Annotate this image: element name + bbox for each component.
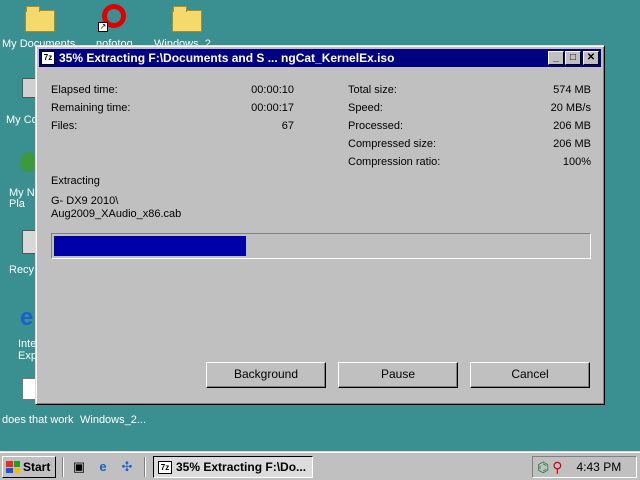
clock[interactable]: 4:43 PM bbox=[577, 460, 622, 474]
taskbar-separator bbox=[62, 457, 64, 477]
tray-magnifier-icon[interactable]: ⚲ bbox=[552, 459, 562, 476]
compression-ratio-value: 100% bbox=[562, 156, 591, 168]
speed-label: Speed: bbox=[348, 102, 383, 114]
taskbar-separator bbox=[144, 457, 146, 477]
desktop-icon-label: My Co bbox=[6, 114, 38, 126]
titlebar[interactable]: 7z 35% Extracting F:\Documents and S ...… bbox=[39, 49, 601, 67]
background-button[interactable]: Background bbox=[206, 362, 326, 388]
start-label: Start bbox=[23, 460, 51, 474]
window-title: 35% Extracting F:\Documents and S ... ng… bbox=[59, 51, 395, 65]
elapsed-time-value: 00:00:10 bbox=[251, 84, 294, 96]
7zip-app-icon[interactable]: 7z bbox=[41, 51, 55, 65]
remaining-time-value: 00:00:17 bbox=[251, 102, 294, 114]
tray-network-icon[interactable]: ⌬ bbox=[537, 459, 549, 476]
maximize-button[interactable]: □ bbox=[565, 51, 581, 65]
task-label: 35% Extracting F:\Do... bbox=[176, 460, 307, 474]
desktop-icon-label: Recy bbox=[9, 264, 35, 276]
desktop-icon-label: does that work bbox=[2, 414, 74, 426]
current-path-line1: G- DX9 2010\ bbox=[51, 195, 119, 207]
processed-value: 206 MB bbox=[553, 120, 591, 132]
minimize-icon: _ bbox=[553, 52, 559, 63]
desktop-icon-label: Windows_2... bbox=[80, 414, 147, 426]
remaining-time-label: Remaining time: bbox=[51, 102, 131, 114]
current-path-line2: Aug2009_XAudio_x86.cab bbox=[51, 208, 182, 220]
status-heading: Extracting bbox=[51, 175, 100, 187]
close-button[interactable]: ✕ bbox=[583, 51, 599, 65]
shortcut-icon bbox=[22, 378, 36, 400]
maximize-icon: □ bbox=[569, 52, 577, 63]
pause-button[interactable]: Pause bbox=[338, 362, 458, 388]
taskbar: Start ▣ e ✣ 7z 35% Extracting F:\Do... ⌬… bbox=[0, 452, 640, 480]
7zip-task-icon: 7z bbox=[158, 460, 172, 474]
extract-window: 7z 35% Extracting F:\Documents and S ...… bbox=[35, 45, 605, 405]
ie-quicklaunch-icon[interactable]: e bbox=[94, 458, 112, 476]
desktop-icon-label: My N Pla bbox=[9, 187, 35, 210]
progress-bar bbox=[51, 233, 591, 259]
compressed-size-value: 206 MB bbox=[553, 138, 591, 150]
speed-value: 20 MB/s bbox=[550, 102, 591, 114]
system-tray: ⌬ ⚲ 4:43 PM bbox=[532, 456, 637, 478]
windows-logo-icon bbox=[6, 461, 20, 473]
channels-icon[interactable]: ✣ bbox=[118, 458, 136, 476]
network-icon bbox=[20, 152, 36, 172]
elapsed-time-label: Elapsed time: bbox=[51, 84, 118, 96]
files-label: Files: bbox=[51, 120, 78, 132]
folder-icon bbox=[172, 6, 202, 32]
files-value: 67 bbox=[281, 120, 294, 132]
minimize-button[interactable]: _ bbox=[548, 51, 564, 65]
compression-ratio-label: Compression ratio: bbox=[348, 156, 441, 168]
total-size-label: Total size: bbox=[348, 84, 397, 96]
processed-label: Processed: bbox=[348, 120, 404, 132]
close-icon: ✕ bbox=[586, 52, 596, 63]
recycle-bin-icon bbox=[22, 230, 36, 254]
total-size-value: 574 MB bbox=[553, 84, 591, 96]
computer-icon bbox=[22, 78, 36, 98]
show-desktop-icon[interactable]: ▣ bbox=[70, 458, 88, 476]
cancel-button[interactable]: Cancel bbox=[470, 362, 590, 388]
taskbar-task-extracting[interactable]: 7z 35% Extracting F:\Do... bbox=[153, 456, 313, 478]
start-button[interactable]: Start bbox=[2, 456, 56, 478]
compressed-size-label: Compressed size: bbox=[348, 138, 437, 150]
folder-documents-icon bbox=[25, 6, 55, 32]
progress-fill bbox=[54, 236, 247, 256]
shortcut-arrow-icon: ↗ bbox=[98, 22, 108, 32]
